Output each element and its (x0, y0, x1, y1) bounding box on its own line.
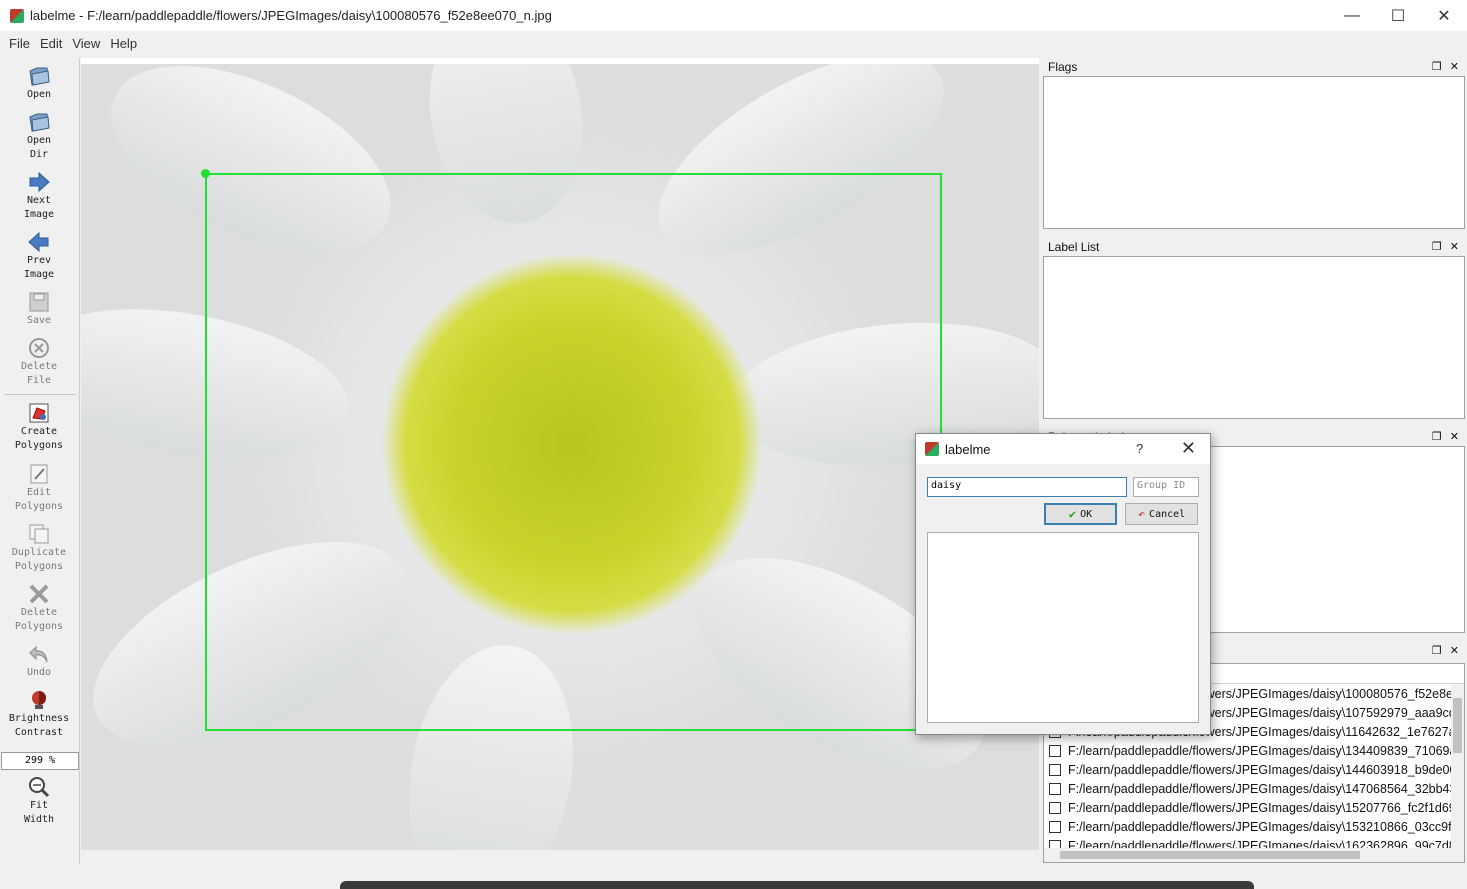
open-dir-icon (26, 110, 52, 134)
file-checkbox[interactable] (1049, 820, 1061, 833)
file-checkbox[interactable] (1049, 763, 1061, 776)
close-icon[interactable]: ✕ (1450, 240, 1459, 253)
dialog-title: labelme (945, 441, 991, 457)
float-icon[interactable]: ❐ (1432, 240, 1442, 253)
delete-file-icon (26, 336, 52, 360)
flags-dock-title: Flags (1048, 59, 1078, 74)
menu-bar: File Edit View Help (0, 31, 1467, 55)
file-list-vertical-scrollbar[interactable] (1451, 684, 1464, 850)
label-list-dock: Label List ❐ ✕ (1043, 237, 1465, 421)
prev-image-button[interactable]: Prev Image (0, 230, 78, 282)
list-item[interactable]: F:/learn/paddlepaddle/flowers/JPEGImages… (1044, 798, 1464, 817)
menu-view[interactable]: View (67, 36, 105, 51)
open-button[interactable]: Open (0, 64, 78, 102)
dialog-help-button[interactable]: ? (1136, 441, 1143, 456)
close-icon[interactable]: ✕ (1450, 60, 1459, 73)
label-suggestions-list[interactable] (927, 532, 1199, 723)
delete-file-button[interactable]: Delete File (0, 336, 78, 388)
prev-arrow-icon (26, 230, 52, 254)
save-icon (26, 290, 52, 314)
edit-polygon-icon (26, 462, 52, 486)
flags-list[interactable] (1043, 76, 1465, 229)
list-item[interactable]: F:/learn/paddlepaddle/flowers/JPEGImages… (1044, 760, 1464, 779)
label-name-input[interactable]: daisy (927, 477, 1127, 497)
menu-file[interactable]: File (4, 36, 35, 51)
float-icon[interactable]: ❐ (1432, 430, 1442, 443)
dialog-close-button[interactable]: ✕ (1181, 438, 1196, 459)
toolbar-separator (4, 394, 76, 395)
image-canvas[interactable] (81, 58, 1039, 864)
file-list-horizontal-scrollbar[interactable] (1044, 848, 1464, 862)
list-item[interactable]: F:/learn/paddlepaddle/flowers/JPEGImages… (1044, 779, 1464, 798)
open-dir-button[interactable]: Open Dir (0, 110, 78, 162)
label-dialog: labelme ? ✕ daisy Group ID ✔ OK ↶ Cancel (915, 433, 1211, 735)
dialog-titlebar: labelme ? ✕ (916, 434, 1210, 464)
cancel-button[interactable]: ↶ Cancel (1125, 503, 1198, 525)
next-image-button[interactable]: Next Image (0, 170, 78, 222)
window-titlebar: labelme - F:/learn/paddlepaddle/flowers/… (0, 0, 1467, 31)
check-icon: ✔ (1068, 507, 1077, 521)
create-polygon-icon (26, 401, 52, 425)
file-checkbox[interactable] (1049, 744, 1061, 757)
maximize-button[interactable]: ☐ (1375, 0, 1421, 31)
brightness-contrast-icon (26, 688, 52, 712)
float-icon[interactable]: ❐ (1432, 60, 1442, 73)
bounding-box-vertex[interactable] (201, 169, 210, 178)
group-id-input[interactable]: Group ID (1133, 477, 1199, 497)
open-folder-icon (26, 64, 52, 88)
ok-button[interactable]: ✔ OK (1044, 503, 1117, 525)
flags-dock: Flags ❐ ✕ (1043, 57, 1465, 231)
labelme-app-icon (925, 442, 939, 456)
fit-width-icon (26, 775, 52, 799)
label-list-dock-title: Label List (1048, 239, 1100, 254)
label-list[interactable] (1043, 256, 1465, 419)
next-arrow-icon (26, 170, 52, 194)
window-title: labelme - F:/learn/paddlepaddle/flowers/… (30, 8, 552, 23)
float-icon[interactable]: ❐ (1432, 644, 1442, 657)
undo-icon (26, 642, 52, 666)
file-checkbox[interactable] (1049, 801, 1061, 814)
edit-polygons-button[interactable]: Edit Polygons (0, 462, 78, 514)
save-button[interactable]: Save (0, 290, 78, 328)
undo-button[interactable]: Undo (0, 642, 78, 680)
window-controls: — ☐ ✕ (1329, 0, 1467, 31)
undo-arrow-icon: ↶ (1137, 507, 1146, 521)
labelme-app-icon (10, 8, 24, 23)
zoom-level-spinbox[interactable]: 299 % (1, 752, 79, 770)
create-polygons-button[interactable]: Create Polygons (0, 401, 78, 453)
file-checkbox[interactable] (1049, 782, 1061, 795)
canvas-horizontal-scrollbar[interactable] (81, 850, 1039, 864)
tools-toolbar: Open Open Dir Next Image Prev Image Save… (0, 58, 80, 864)
menu-help[interactable]: Help (105, 36, 142, 51)
delete-polygons-button[interactable]: Delete Polygons (0, 582, 78, 634)
close-icon[interactable]: ✕ (1450, 430, 1459, 443)
close-button[interactable]: ✕ (1421, 0, 1467, 31)
close-icon[interactable]: ✕ (1450, 644, 1459, 657)
list-item[interactable]: F:/learn/paddlepaddle/flowers/JPEGImages… (1044, 741, 1464, 760)
list-item[interactable]: F:/learn/paddlepaddle/flowers/JPEGImages… (1044, 817, 1464, 836)
taskbar-edge (340, 881, 1254, 889)
duplicate-polygon-icon (26, 522, 52, 546)
delete-polygon-icon (26, 582, 52, 606)
minimize-button[interactable]: — (1329, 0, 1375, 31)
bounding-box-shape[interactable] (205, 173, 942, 731)
duplicate-polygons-button[interactable]: Duplicate Polygons (0, 522, 78, 574)
brightness-contrast-button[interactable]: Brightness Contrast (0, 688, 78, 740)
fit-width-button[interactable]: Fit Width (0, 775, 78, 827)
menu-edit[interactable]: Edit (35, 36, 67, 51)
